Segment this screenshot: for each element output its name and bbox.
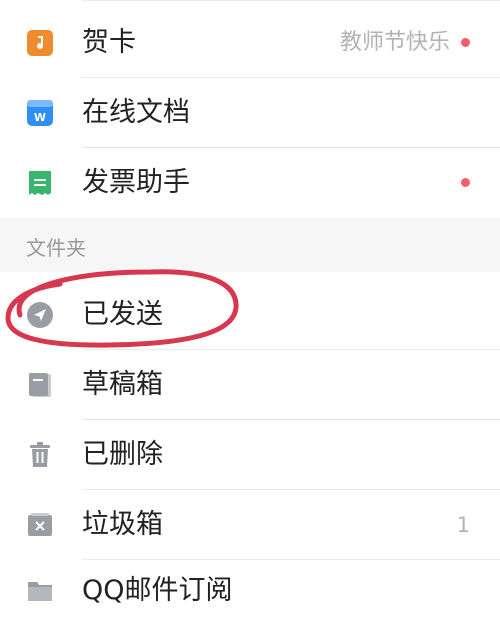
annotation-circle [5, 269, 239, 348]
receipt-icon [26, 169, 54, 197]
folder-item-label: 已删除 [82, 439, 163, 470]
spam-icon [26, 511, 54, 539]
folder-item-qq-subscription[interactable]: QQ邮件订阅 [0, 560, 500, 630]
app-item-greeting-card[interactable]: 贺卡 教师节快乐 [0, 8, 500, 78]
folder-item-label: 草稿箱 [82, 369, 163, 400]
notification-dot [461, 178, 470, 187]
folder-item-spam[interactable]: 垃圾箱 1 [0, 490, 500, 560]
word-doc-icon: W [26, 99, 54, 127]
draft-icon [26, 371, 54, 399]
music-note-icon [26, 29, 54, 57]
folder-icon [26, 576, 54, 604]
folder-item-label: QQ邮件订阅 [82, 575, 233, 606]
folder-item-deleted[interactable]: 已删除 [0, 420, 500, 490]
folder-item-label: 垃圾箱 [82, 509, 163, 540]
unread-count-badge: 1 [456, 513, 470, 537]
app-item-label: 在线文档 [82, 97, 190, 128]
trash-icon [26, 441, 54, 469]
folder-item-drafts[interactable]: 草稿箱 [0, 350, 500, 420]
notification-dot [461, 38, 470, 47]
app-item-label: 发票助手 [82, 167, 190, 198]
app-item-invoice-assistant[interactable]: 发票助手 [0, 148, 500, 218]
greeting-card-subtitle: 教师节快乐 [339, 30, 450, 55]
app-item-label: 贺卡 [82, 27, 136, 58]
app-item-online-docs[interactable]: W 在线文档 [0, 78, 500, 148]
svg-text:W: W [34, 111, 46, 124]
